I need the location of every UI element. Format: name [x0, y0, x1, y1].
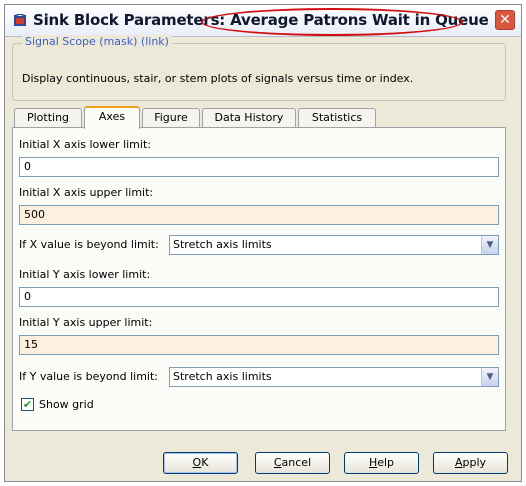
- help-button[interactable]: Help: [344, 452, 419, 474]
- y-upper-input[interactable]: 15: [19, 335, 499, 355]
- chevron-down-icon[interactable]: ▼: [481, 236, 498, 254]
- annotation-ellipse: [201, 8, 463, 36]
- y-beyond-label: If Y value is beyond limit:: [19, 370, 158, 383]
- tab-figure[interactable]: Figure: [142, 108, 200, 128]
- x-upper-label: Initial X axis upper limit:: [19, 186, 154, 199]
- x-lower-input[interactable]: 0: [19, 157, 499, 177]
- help-mnemonic: H: [368, 456, 378, 469]
- tab-data-history[interactable]: Data History: [202, 108, 296, 128]
- x-lower-label: Initial X axis lower limit:: [19, 138, 151, 151]
- checkmark-icon: ✔: [22, 398, 33, 411]
- cancel-mnemonic: C: [273, 456, 282, 469]
- y-upper-label: Initial Y axis upper limit:: [19, 316, 153, 329]
- y-beyond-value: Stretch axis limits: [173, 370, 272, 383]
- cancel-label-post: ancel: [281, 456, 312, 469]
- apply-label-post: pply: [462, 456, 487, 469]
- tab-statistics[interactable]: Statistics: [298, 108, 376, 128]
- cancel-button[interactable]: Cancel: [255, 452, 330, 474]
- y-beyond-select[interactable]: Stretch axis limits ▼: [169, 367, 499, 387]
- show-grid-checkbox[interactable]: ✔: [21, 398, 34, 411]
- x-beyond-label: If X value is beyond limit:: [19, 238, 159, 251]
- ok-mnemonic: O: [192, 456, 202, 469]
- mask-link-label[interactable]: Signal Scope (mask) (link): [22, 35, 172, 48]
- y-lower-label: Initial Y axis lower limit:: [19, 268, 151, 281]
- help-label-post: elp: [377, 456, 395, 469]
- x-beyond-value: Stretch axis limits: [173, 238, 272, 251]
- y-lower-input[interactable]: 0: [19, 287, 499, 307]
- show-grid-label[interactable]: Show grid: [39, 398, 94, 411]
- tab-plotting[interactable]: Plotting: [14, 108, 82, 128]
- apply-mnemonic: A: [454, 456, 463, 469]
- axes-panel: Initial X axis lower limit: 0 Initial X …: [12, 127, 506, 431]
- close-icon[interactable]: ✕: [495, 10, 515, 30]
- apply-button[interactable]: Apply: [433, 452, 508, 474]
- ok-button[interactable]: OK: [163, 452, 238, 474]
- x-upper-input[interactable]: 500: [19, 205, 499, 225]
- title-bar[interactable]: Sink Block Parameters: Average Patrons W…: [5, 5, 521, 37]
- mask-description: Display continuous, stair, or stem plots…: [22, 72, 414, 85]
- ok-label-post: K: [201, 456, 209, 469]
- tab-axes[interactable]: Axes: [84, 106, 140, 129]
- simulink-block-icon: [13, 14, 27, 26]
- chevron-down-icon[interactable]: ▼: [481, 368, 498, 386]
- x-beyond-select[interactable]: Stretch axis limits ▼: [169, 235, 499, 255]
